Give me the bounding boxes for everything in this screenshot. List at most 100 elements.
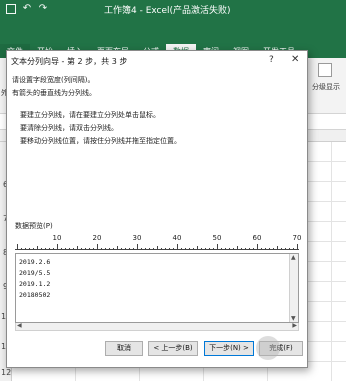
ruler-tick: [289, 248, 290, 250]
next-button[interactable]: 下一步(N) >: [204, 341, 254, 356]
ruler-tick: [269, 248, 270, 250]
back-button[interactable]: < 上一步(B): [148, 341, 198, 356]
ruler-tick: [233, 248, 234, 250]
ruler-number: 60: [252, 234, 262, 242]
ruler-number: 20: [92, 234, 102, 242]
ruler-tick: [109, 248, 110, 250]
ruler-tick: [225, 248, 226, 250]
scroll-up-icon[interactable]: ▲: [291, 254, 296, 261]
preview-vertical-scrollbar[interactable]: ▲ ▼: [289, 254, 298, 322]
outline-group-label[interactable]: 分级显示: [312, 82, 340, 92]
preview-line: 20180502: [19, 291, 51, 299]
text-to-columns-dialog: 文本分列向导 - 第 2 步，共 3 步 ? ✕ 请设置字段宽度(列间隔)。 有…: [6, 50, 308, 368]
ruler-tick: [217, 244, 218, 250]
ruler-tick: [261, 248, 262, 250]
close-icon[interactable]: ✕: [291, 54, 299, 65]
scroll-right-icon[interactable]: ▶: [292, 322, 297, 329]
ruler-tick: [185, 248, 186, 250]
ruler-tick: [73, 248, 74, 250]
ruler-tick: [69, 248, 70, 250]
preview-line: 2019.2.6: [19, 258, 51, 266]
data-preview-box[interactable]: 2019.2.6 2019/5.5 2019.1.2 20180502 ▲ ▼: [15, 253, 299, 323]
ruler-tick: [129, 248, 130, 250]
ruler-number: 30: [132, 234, 142, 242]
quick-access-toolbar: ↶ ↷: [6, 4, 48, 14]
cancel-button[interactable]: 取消: [105, 341, 143, 356]
instruction-line: 要清除分列线，请双击分列线。: [20, 124, 118, 132]
ruler-tick: [61, 248, 62, 250]
ruler-tick: [25, 248, 26, 250]
redo-icon[interactable]: ↷: [38, 4, 48, 14]
ruler-tick: [265, 248, 266, 250]
ruler-tick: [105, 248, 106, 250]
ruler-tick: [277, 246, 278, 250]
ruler-tick: [101, 248, 102, 250]
ruler-tick: [149, 248, 150, 250]
ruler-tick: [145, 248, 146, 250]
help-icon[interactable]: ?: [269, 55, 274, 65]
ruler-tick: [221, 248, 222, 250]
ruler-tick: [81, 248, 82, 250]
data-preview-label: 数据预览(P): [15, 222, 53, 230]
ruler-tick: [281, 248, 282, 250]
ruler-tick: [213, 248, 214, 250]
ruler-tick: [37, 246, 38, 250]
save-icon[interactable]: [6, 4, 16, 14]
ruler-tick: [205, 248, 206, 250]
ruler-tick: [297, 244, 298, 250]
ruler-tick: [125, 248, 126, 250]
ruler-tick: [161, 248, 162, 250]
preview-line: 2019.1.2: [19, 280, 51, 288]
outline-group-icon[interactable]: [318, 63, 332, 77]
ruler-tick: [85, 248, 86, 250]
ruler-tick: [253, 248, 254, 250]
preview-line: 2019/5.5: [19, 269, 51, 277]
ruler-tick: [89, 248, 90, 250]
ruler-tick: [117, 246, 118, 250]
ruler-tick: [133, 248, 134, 250]
ruler-tick: [241, 248, 242, 250]
row-number: 12: [1, 368, 12, 377]
ruler-number: 50: [212, 234, 222, 242]
ruler-tick: [29, 248, 30, 250]
ruler-tick: [249, 248, 250, 250]
ruler-tick: [237, 246, 238, 250]
instruction-line: 有箭头的垂直线为分列线。: [12, 89, 96, 97]
ruler-tick: [293, 248, 294, 250]
ruler-tick: [157, 246, 158, 250]
preview-horizontal-scrollbar[interactable]: ◀ ▶: [15, 322, 299, 331]
instruction-line: 请设置字段宽度(列间隔)。: [12, 76, 95, 84]
ruler-tick: [65, 248, 66, 250]
ruler-tick: [181, 248, 182, 250]
ruler-tick: [177, 244, 178, 250]
ruler-number: 10: [52, 234, 62, 242]
watermark-logo: [256, 336, 280, 360]
ruler-tick: [17, 244, 18, 250]
ruler-tick: [93, 248, 94, 250]
ruler-tick: [41, 248, 42, 250]
window-title: 工作簿4 - Excel(产品激活失败): [104, 6, 231, 16]
column-ruler[interactable]: 10 20 30 40 50 60 70: [15, 234, 301, 250]
ruler-tick: [201, 248, 202, 250]
ruler-tick: [77, 246, 78, 250]
ruler-tick: [113, 248, 114, 250]
ruler-tick: [45, 248, 46, 250]
ruler-tick: [209, 248, 210, 250]
ruler-tick: [229, 248, 230, 250]
scroll-down-icon[interactable]: ▼: [291, 315, 296, 322]
ruler-tick: [53, 248, 54, 250]
ruler-tick: [153, 248, 154, 250]
ruler-tick: [173, 248, 174, 250]
scroll-left-icon[interactable]: ◀: [17, 322, 22, 329]
instruction-line: 要移动分列线位置，请按住分列线并拖至指定位置。: [20, 137, 181, 145]
ruler-tick: [97, 244, 98, 250]
undo-icon[interactable]: ↶: [22, 4, 32, 14]
ruler-tick: [141, 248, 142, 250]
ruler-tick: [257, 244, 258, 250]
ruler-tick: [165, 248, 166, 250]
dialog-title: 文本分列向导 - 第 2 步，共 3 步: [11, 57, 128, 66]
ruler-tick: [245, 248, 246, 250]
ruler-tick: [137, 244, 138, 250]
ruler-tick: [57, 244, 58, 250]
instruction-line: 要建立分列线，请在要建立分列处单击鼠标。: [20, 111, 160, 119]
